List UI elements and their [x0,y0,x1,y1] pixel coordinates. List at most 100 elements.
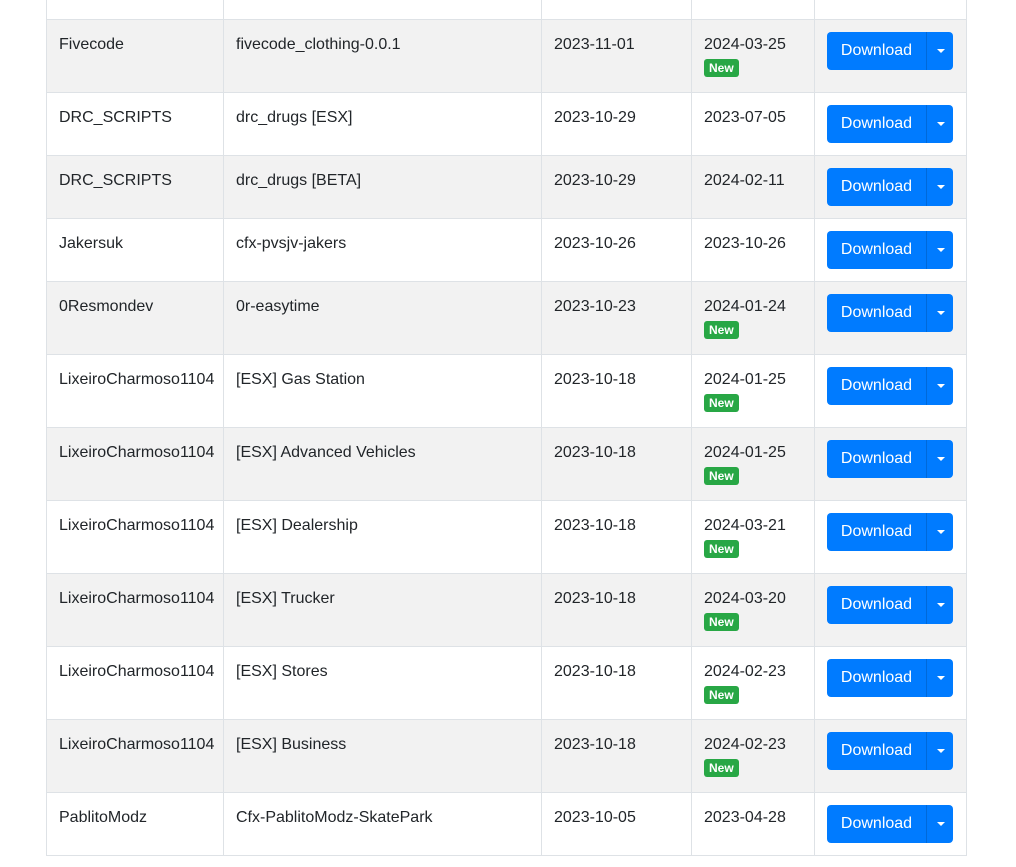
action-cell: Download [814,218,967,282]
table-row: Fivecode fivecode_clothing-0.0.1 2023-11… [46,19,967,93]
resource-name[interactable]: [ESX] Gas Station [236,356,529,391]
author-name[interactable]: LixeiroCharmoso1104 [59,721,214,756]
created-date: 2023-10-29 [554,109,636,126]
author-name[interactable]: Fivecode [59,21,211,56]
table-row: LixeiroCharmoso1104 [ESX] Gas Station 20… [46,354,967,428]
download-dropdown-toggle[interactable] [926,294,953,332]
created-date-cell: 2023-10-29 [541,92,692,156]
caret-down-icon [937,457,945,461]
created-date: 2023-10-18 [554,736,636,753]
resource-name[interactable]: cfx-pvsjv-jakers [236,220,529,255]
updated-date-cell: 2024-02-23 New [691,646,815,720]
resource-table-container: New Download Fivecode fivecode_clothing-… [46,0,967,856]
created-date-cell: 2023-10-18 [541,646,692,720]
author-name[interactable]: LixeiroCharmoso1104 [59,575,214,610]
resource-name[interactable]: [ESX] Dealership [236,502,529,537]
download-button-group: Download [827,586,953,624]
download-dropdown-toggle[interactable] [926,168,953,206]
author-cell: LixeiroCharmoso1104 [46,573,224,647]
table-row: DRC_SCRIPTS drc_drugs [ESX] 2023-10-29 2… [46,92,967,156]
resource-name[interactable]: [ESX] Business [236,721,529,756]
caret-down-icon [937,749,945,753]
author-name[interactable]: DRC_SCRIPTS [59,157,211,192]
author-name[interactable]: PablitoModz [59,794,211,829]
download-dropdown-toggle[interactable] [926,32,953,70]
download-dropdown-toggle[interactable] [926,513,953,551]
created-date-cell: 2023-10-18 [541,500,692,574]
caret-down-icon [937,530,945,534]
download-dropdown-toggle[interactable] [926,659,953,697]
resource-name-cell: [ESX] Stores [223,646,542,720]
updated-date: 2024-03-25 [704,36,786,53]
download-button-group: Download [827,294,953,332]
download-button[interactable]: Download [827,732,926,770]
download-dropdown-toggle[interactable] [926,440,953,478]
resource-name[interactable]: drc_drugs [BETA] [236,157,529,192]
new-badge: New [704,321,739,339]
resource-name-cell: drc_drugs [BETA] [223,155,542,219]
resource-name-cell: 0r-easytime [223,281,542,355]
download-button[interactable]: Download [827,294,926,332]
resource-name[interactable]: [ESX] Trucker [236,575,529,610]
author-name[interactable]: DRC_SCRIPTS [59,94,211,129]
new-badge: New [704,59,739,77]
caret-down-icon [937,311,945,315]
created-date-cell: 2023-10-18 [541,427,692,501]
created-date-cell: 2023-10-26 [541,218,692,282]
updated-date-cell: 2024-02-11 [691,155,815,219]
table-row: Jakersuk cfx-pvsjv-jakers 2023-10-26 202… [46,218,967,282]
resource-name-cell: [ESX] Gas Station [223,354,542,428]
download-dropdown-toggle[interactable] [926,805,953,843]
download-button[interactable]: Download [827,513,926,551]
table-row: LixeiroCharmoso1104 [ESX] Trucker 2023-1… [46,573,967,647]
created-date-cell: 2023-10-29 [541,155,692,219]
download-button[interactable]: Download [827,659,926,697]
created-date-cell: 2023-10-18 [541,573,692,647]
download-button-group: Download [827,732,953,770]
author-name[interactable]: Jakersuk [59,220,211,255]
author-cell: DRC_SCRIPTS [46,155,224,219]
download-dropdown-toggle[interactable] [926,586,953,624]
caret-down-icon [937,248,945,252]
author-name[interactable]: LixeiroCharmoso1104 [59,502,214,537]
updated-date-cell: 2023-04-28 [691,792,815,856]
updated-date-cell: 2024-01-25 New [691,427,815,501]
download-dropdown-toggle[interactable] [926,231,953,269]
download-button[interactable]: Download [827,586,926,624]
new-badge: New [704,613,739,631]
updated-date-cell: 2024-03-25 New [691,19,815,93]
action-cell: Download [814,792,967,856]
resource-name[interactable]: [ESX] Advanced Vehicles [236,429,529,464]
created-date-cell: 2023-10-05 [541,792,692,856]
author-name[interactable]: LixeiroCharmoso1104 [59,429,214,464]
author-name[interactable]: 0Resmondev [59,283,211,318]
updated-date-cell: 2023-10-26 [691,218,815,282]
author-cell: PablitoModz [46,792,224,856]
resource-name[interactable]: 0r-easytime [236,283,529,318]
action-cell: Download [814,92,967,156]
download-button[interactable]: Download [827,367,926,405]
author-name[interactable]: LixeiroCharmoso1104 [59,356,214,391]
resource-name[interactable]: Cfx-PablitoModz-SkatePark [236,794,529,829]
resource-name[interactable]: [ESX] Stores [236,648,529,683]
caret-down-icon [937,49,945,53]
download-button[interactable]: Download [827,32,926,70]
updated-date: 2024-01-25 [704,444,786,461]
download-dropdown-toggle[interactable] [926,105,953,143]
resource-name[interactable]: fivecode_clothing-0.0.1 [236,21,529,56]
download-button[interactable]: Download [827,440,926,478]
download-button[interactable]: Download [827,805,926,843]
download-button[interactable]: Download [827,231,926,269]
table-row: DRC_SCRIPTS drc_drugs [BETA] 2023-10-29 … [46,155,967,219]
author-cell: LixeiroCharmoso1104 [46,646,224,720]
download-dropdown-toggle[interactable] [926,732,953,770]
table-row: LixeiroCharmoso1104 [ESX] Stores 2023-10… [46,646,967,720]
download-dropdown-toggle[interactable] [926,367,953,405]
resource-name[interactable]: drc_drugs [ESX] [236,94,529,129]
updated-date: 2024-03-21 [704,517,786,534]
download-button[interactable]: Download [827,168,926,206]
download-button-group: Download [827,168,953,206]
author-name[interactable]: LixeiroCharmoso1104 [59,648,214,683]
updated-date-cell: 2024-01-25 New [691,354,815,428]
download-button[interactable]: Download [827,105,926,143]
